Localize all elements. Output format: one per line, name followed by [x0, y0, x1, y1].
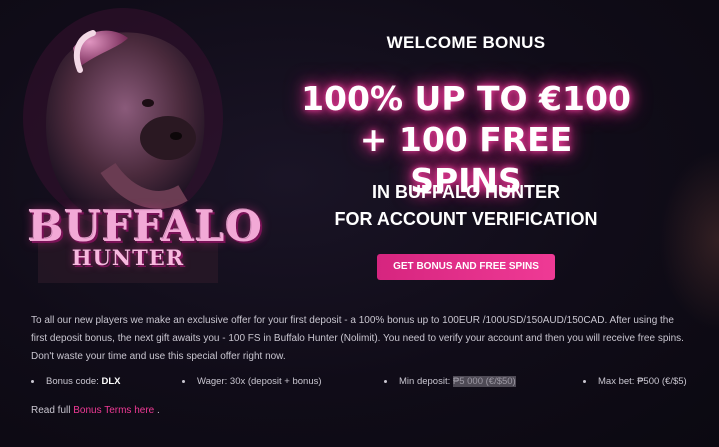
bonus-terms-link[interactable]: Bonus Terms here: [73, 405, 154, 416]
bonus-code-value: DLX: [101, 376, 121, 387]
bullet-icon: [583, 379, 586, 383]
get-bonus-button[interactable]: GET BONUS AND FREE SPINS: [377, 254, 555, 280]
game-logo: BUFFALO HUNTER: [28, 202, 264, 271]
bonus-headline-line1: 100% UP TO €100: [301, 79, 631, 118]
min-deposit-label: Min deposit:: [399, 376, 453, 387]
bonus-description: To all our new players we make an exclus…: [31, 315, 684, 362]
max-bet-item: Max bet: ₱500 (€/$5): [583, 376, 687, 387]
terms-prefix: Read full: [31, 405, 74, 416]
bonus-subheading-line2: FOR ACCOUNT VERIFICATION: [334, 209, 598, 229]
min-deposit-item: Min deposit: ₱5 000 (€/$50): [384, 376, 516, 387]
background-glow: [659, 150, 719, 330]
bonus-subheading: IN BUFFALO HUNTER FOR ACCOUNT VERIFICATI…: [300, 179, 632, 233]
bullet-icon: [31, 379, 34, 383]
bonus-subheading-line1: IN BUFFALO HUNTER: [372, 182, 560, 202]
bonus-code-label: Bonus code:: [46, 376, 102, 387]
game-logo-title: BUFFALO: [28, 202, 264, 251]
bullet-icon: [384, 379, 387, 383]
min-deposit-value: ₱5 000 (€/$50): [452, 376, 516, 387]
terms-line: Read full Bonus Terms here .: [31, 405, 160, 416]
wager-item: Wager: 30x (deposit + bonus): [182, 376, 322, 387]
bullet-icon: [182, 379, 185, 383]
max-bet-text: Max bet: ₱500 (€/$5): [598, 376, 687, 387]
wager-text: Wager: 30x (deposit + bonus): [197, 376, 322, 387]
bonus-code-item: Bonus code: DLX: [31, 376, 120, 387]
terms-suffix: .: [154, 405, 160, 416]
welcome-heading: WELCOME BONUS: [386, 33, 546, 52]
